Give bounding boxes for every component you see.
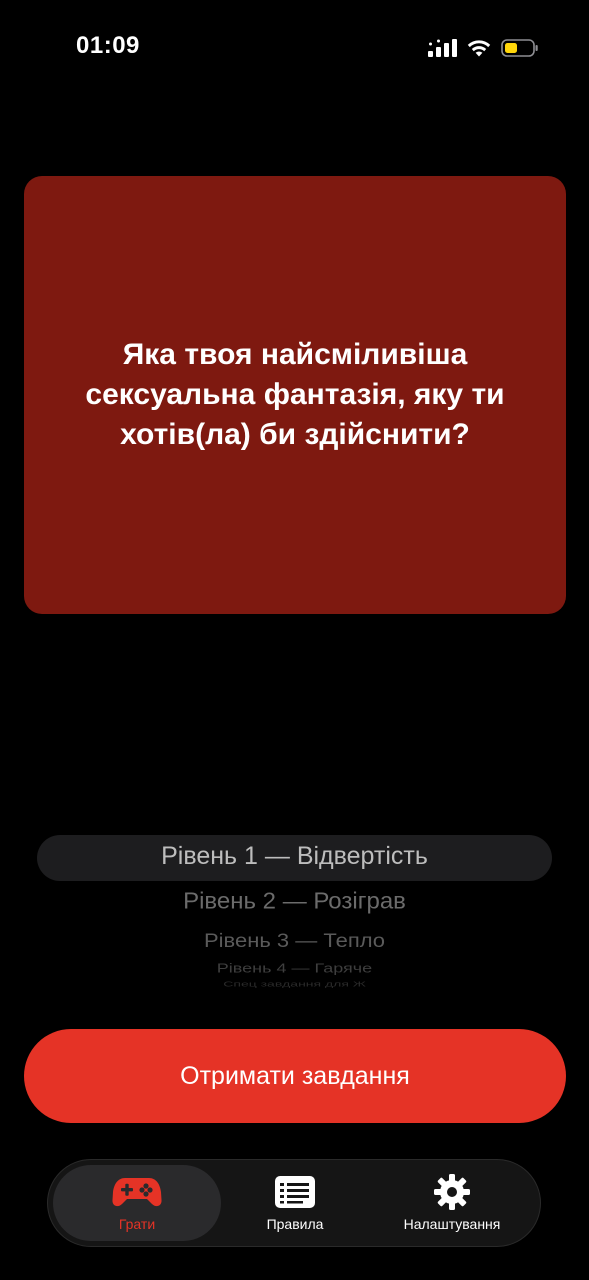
gamepad-icon (112, 1174, 162, 1210)
battery-icon (501, 39, 538, 57)
tab-rules[interactable]: Правила (211, 1165, 379, 1241)
level-option-2[interactable]: Рівень 2 — Розіграв (0, 889, 589, 916)
level-option-1[interactable]: Рівень 1 — Відвертість (0, 842, 589, 871)
status-icons (427, 36, 539, 60)
tab-play-label: Грати (118, 1216, 156, 1232)
tab-settings[interactable]: Налаштування (368, 1165, 536, 1241)
cellular-signal-icon (428, 39, 457, 57)
wifi-icon (467, 40, 491, 57)
tab-bar: Грати Правила Налаштування (47, 1159, 541, 1247)
level-option-4[interactable]: Рівень 4 — Гаряче (0, 961, 589, 976)
question-card: Яка твоя найсміливіша сексуальна фантазі… (24, 176, 566, 614)
list-icon (275, 1174, 315, 1210)
status-time: 01:09 (76, 32, 140, 59)
level-option-3[interactable]: Рівень 3 — Тепло (0, 930, 589, 953)
get-task-button[interactable]: Отримати завдання (24, 1029, 566, 1123)
level-option-5[interactable]: Спец завдання для Ж (0, 980, 589, 988)
status-bar: 01:09 (0, 0, 589, 96)
level-picker[interactable]: Рівень 1 — Відвертість Рівень 2 — Розігр… (0, 826, 589, 996)
tab-settings-label: Налаштування (403, 1216, 501, 1232)
question-text: Яка твоя найсміливіша сексуальна фантазі… (85, 338, 505, 451)
tab-rules-label: Правила (266, 1216, 324, 1232)
tab-play[interactable]: Грати (53, 1165, 221, 1241)
gear-icon (434, 1174, 470, 1210)
